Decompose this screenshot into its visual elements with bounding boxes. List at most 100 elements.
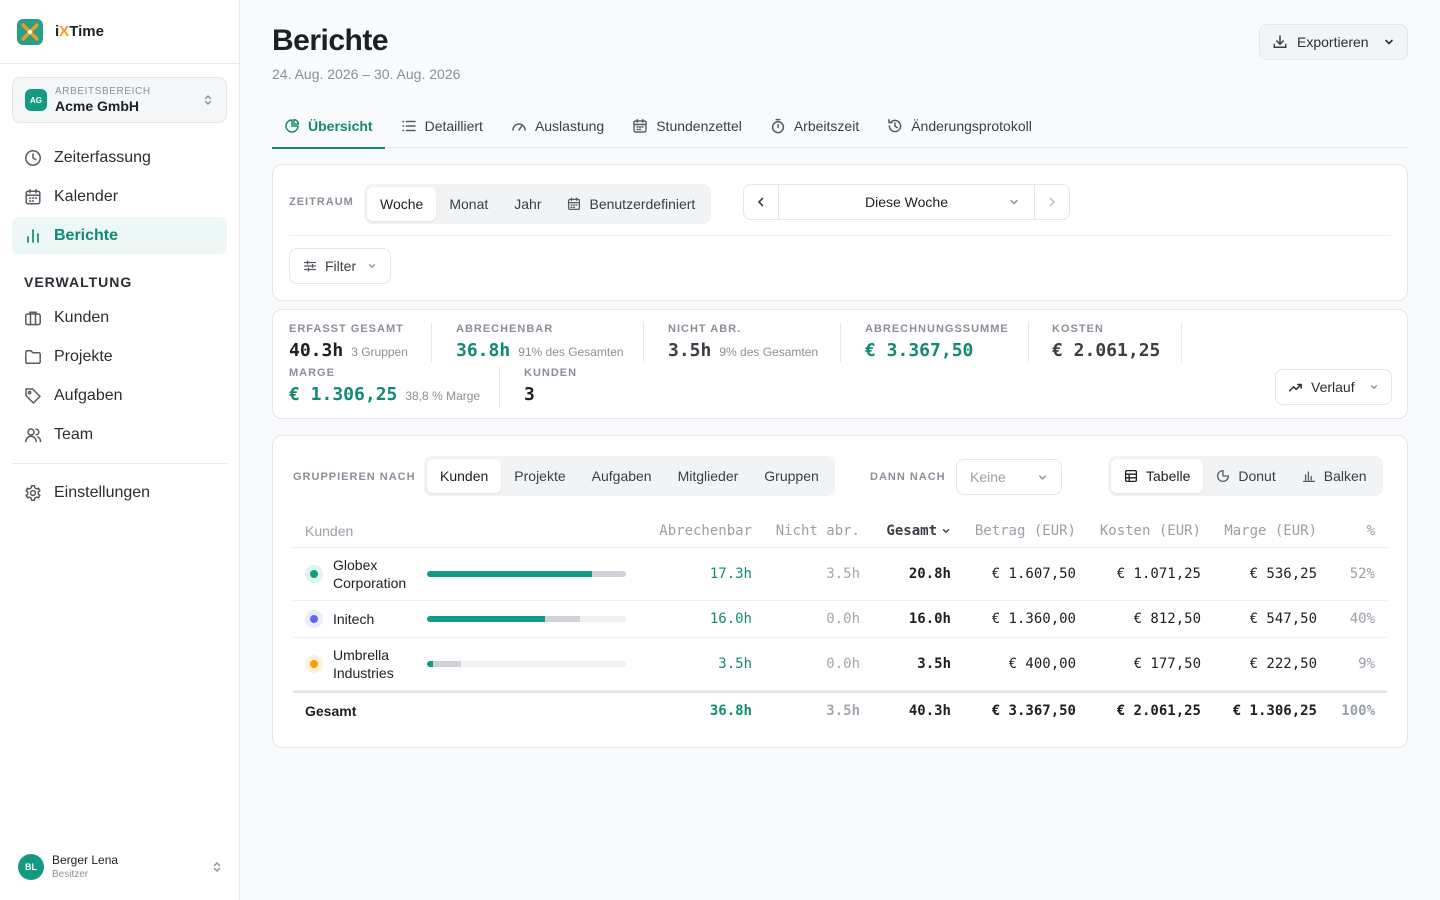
brand[interactable]: iXTime: [0, 0, 239, 64]
tab-auslastung[interactable]: Auslastung: [499, 104, 616, 148]
billable-share-bar: [427, 571, 626, 577]
chevron-down-icon: [1369, 382, 1379, 392]
client-color-dot: [305, 565, 323, 583]
app-logo-icon: [17, 18, 43, 45]
group-option-mitglieder[interactable]: Mitglieder: [665, 459, 752, 493]
tab-label: Auslastung: [534, 118, 605, 134]
sidebar-item-kunden[interactable]: Kunden: [12, 299, 227, 336]
sidebar-item-label: Projekte: [54, 347, 113, 365]
divider: [1181, 322, 1182, 362]
column-header-kunden[interactable]: Kunden: [293, 523, 657, 539]
tab-detailliert[interactable]: Detailliert: [389, 104, 495, 148]
period-range-select[interactable]: Diese Woche: [778, 185, 1035, 219]
filter-button[interactable]: Filter: [289, 248, 391, 284]
tab-aenderungsprotokoll[interactable]: Änderungsprotokoll: [875, 104, 1044, 148]
column-header-marge[interactable]: Marge (EUR): [1201, 523, 1317, 539]
column-header-label: Gesamt: [886, 522, 937, 539]
column-header-betrag[interactable]: Betrag (EUR): [951, 523, 1076, 539]
tab-stundenzettel[interactable]: Stundenzettel: [620, 104, 754, 148]
stat-note: 9% des Gesamten: [719, 345, 819, 359]
cell-margin: € 547,50: [1249, 611, 1317, 627]
pie-icon: [284, 118, 300, 134]
column-header-kosten[interactable]: Kosten (EUR): [1076, 523, 1201, 539]
group-option-kunden[interactable]: Kunden: [427, 459, 502, 493]
view-option-tabelle[interactable]: Tabelle: [1111, 459, 1204, 493]
period-option-jahr[interactable]: Jahr: [501, 187, 554, 221]
group-by-segmented-control: Kunden Projekte Aufgaben Mitglieder Grup…: [424, 456, 835, 496]
column-header-percent[interactable]: %: [1317, 523, 1375, 539]
stat-value: € 2.061,25: [1052, 340, 1161, 361]
divider: [840, 322, 841, 362]
cell-percent: 9%: [1358, 656, 1375, 672]
tab-label: Änderungsprotokoll: [911, 118, 1032, 134]
table-row[interactable]: Umbrella Industries 3.5h 0.0h 3.5h € 400…: [293, 638, 1387, 691]
next-period-button[interactable]: [1035, 185, 1069, 219]
view-option-donut[interactable]: Donut: [1203, 459, 1288, 493]
total-margin: € 1.306,25: [1232, 703, 1317, 719]
sidebar-item-label: Team: [54, 425, 94, 443]
sidebar-item-team[interactable]: Team: [12, 416, 227, 453]
total-costs: € 2.061,25: [1116, 703, 1201, 719]
nav-divider: [12, 463, 227, 464]
group-option-gruppen[interactable]: Gruppen: [751, 459, 831, 493]
column-header-nicht-abr[interactable]: Nicht abr.: [752, 523, 860, 539]
table-row[interactable]: Globex Corporation 17.3h 3.5h 20.8h € 1.…: [293, 548, 1387, 601]
group-by-label: GRUPPIEREN NACH: [293, 471, 416, 483]
period-option-woche[interactable]: Woche: [367, 187, 437, 221]
cell-nonbillable: 3.5h: [826, 566, 860, 582]
cell-amount: € 1.360,00: [991, 611, 1076, 627]
stat-label: ABRECHENBAR: [456, 323, 554, 335]
trend-button[interactable]: Verlauf: [1275, 369, 1392, 405]
period-option-monat[interactable]: Monat: [436, 187, 501, 221]
workspace-switcher[interactable]: AG ARBEITSBEREICH Acme GmbH: [12, 77, 227, 123]
chevron-down-icon: [941, 526, 951, 536]
stopwatch-icon: [770, 118, 786, 134]
period-card: ZEITRAUM Woche Monat Jahr Benutzerdefini…: [272, 164, 1408, 301]
client-color-dot: [305, 610, 323, 628]
sidebar-item-projekte[interactable]: Projekte: [12, 338, 227, 375]
trend-label: Verlauf: [1311, 379, 1355, 395]
stat-costs: KOSTEN € 2.061,25: [1052, 323, 1160, 361]
stat-value: 3.5h: [668, 340, 712, 361]
workspace-label: ARBEITSBEREICH: [55, 86, 151, 97]
group-option-projekte[interactable]: Projekte: [501, 459, 578, 493]
bar-chart-icon: [24, 227, 42, 245]
bar-chart-icon: [1302, 469, 1316, 483]
stat-label: ABRECHNUNGSSUMME: [865, 323, 1009, 335]
stat-note: 91% des Gesamten: [518, 345, 624, 359]
stat-value: € 3.367,50: [865, 340, 974, 361]
tab-label: Übersicht: [308, 118, 373, 134]
table-row[interactable]: Initech 16.0h 0.0h 16.0h € 1.360,00 € 81…: [293, 601, 1387, 638]
user-role: Besitzer: [52, 869, 89, 880]
total-amount: € 3.367,50: [991, 703, 1076, 719]
export-button[interactable]: Exportieren: [1259, 24, 1408, 60]
page-title: Berichte: [272, 24, 389, 57]
billable-share-bar: [427, 616, 626, 622]
sidebar-item-aufgaben[interactable]: Aufgaben: [12, 377, 227, 414]
workspace-badge: AG: [25, 89, 47, 111]
column-header-gesamt[interactable]: Gesamt: [860, 523, 951, 539]
cell-total: 3.5h: [917, 656, 951, 672]
tab-uebersicht[interactable]: Übersicht: [272, 104, 385, 149]
tab-arbeitszeit[interactable]: Arbeitszeit: [758, 104, 871, 148]
sidebar-item-berichte[interactable]: Berichte: [12, 217, 227, 254]
period-range-value: Diese Woche: [864, 194, 948, 210]
group-option-aufgaben[interactable]: Aufgaben: [579, 459, 665, 493]
previous-period-button[interactable]: [744, 185, 778, 219]
settings-nav: Einstellungen: [12, 474, 227, 513]
sidebar-item-label: Einstellungen: [54, 483, 151, 501]
sidebar-item-zeiterfassung[interactable]: Zeiterfassung: [12, 139, 227, 176]
then-by-select[interactable]: Keine: [956, 459, 1062, 495]
stat-label: KUNDEN: [524, 367, 578, 379]
stat-total: ERFASST GESAMT 40.3h 3 Gruppen: [289, 323, 408, 361]
avatar: BL: [18, 853, 44, 880]
cell-amount: € 400,00: [1008, 656, 1076, 672]
column-header-abrechenbar[interactable]: Abrechenbar: [657, 523, 752, 539]
view-option-balken[interactable]: Balken: [1289, 459, 1380, 493]
sidebar-item-kalender[interactable]: Kalender: [12, 178, 227, 215]
period-option-benutzerdefiniert[interactable]: Benutzerdefiniert: [554, 187, 708, 221]
sidebar-item-label: Kalender: [54, 187, 119, 205]
sidebar-item-label: Kunden: [54, 308, 110, 326]
user-menu[interactable]: BL Berger Lena Besitzer: [18, 853, 223, 880]
sidebar-item-einstellungen[interactable]: Einstellungen: [12, 474, 227, 511]
